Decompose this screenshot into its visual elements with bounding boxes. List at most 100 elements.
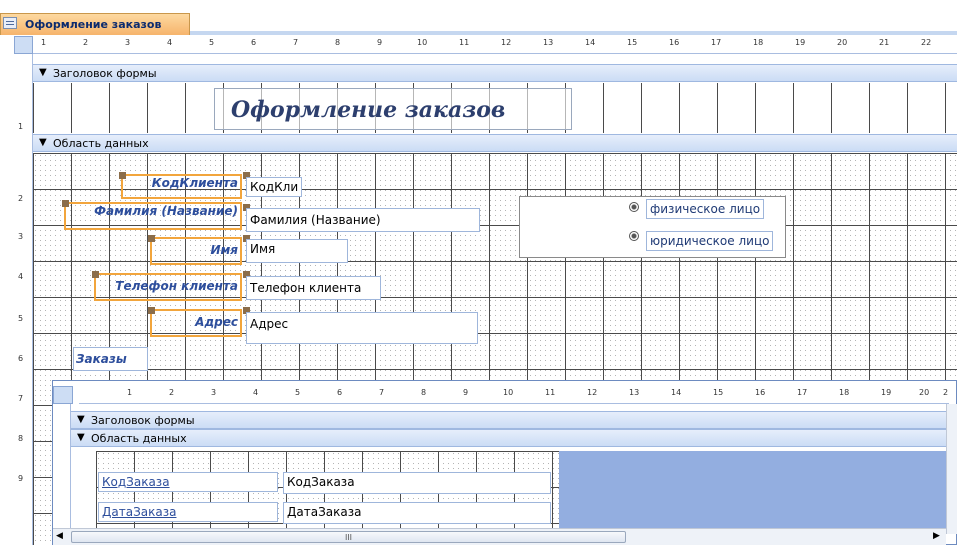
field-surname[interactable]: Фамилия (Название) [246, 208, 480, 232]
ruler-mark: 8 [335, 38, 341, 47]
option-individual[interactable]: физическое лицо [646, 199, 765, 219]
ruler-mark: 20 [837, 38, 848, 47]
ruler-mark: 7 [293, 38, 299, 47]
subform-vertical-scrollbar[interactable] [946, 404, 957, 534]
field-label-phone[interactable]: Телефон клиента [94, 273, 242, 301]
field-label-customer-id[interactable]: КодКлиента [121, 174, 242, 199]
resize-handle[interactable] [148, 235, 155, 242]
ruler-mark: 16 [755, 388, 766, 397]
ruler-mark: 21 [879, 38, 890, 47]
vertical-ruler[interactable]: 1 2 3 4 5 6 7 8 9 [14, 54, 33, 545]
tab-order-form[interactable]: Оформление заказов [0, 13, 190, 35]
subform-horizontal-scrollbar[interactable]: ◀ III ▶ [53, 528, 946, 545]
ruler-mark: 6 [337, 388, 343, 397]
subform-empty-area [559, 451, 946, 528]
resize-handle[interactable] [62, 200, 69, 207]
ruler-mark: 14 [671, 388, 682, 397]
section-label: Заголовок формы [91, 414, 195, 427]
tab-title: Оформление заказов [25, 18, 162, 31]
subform-label-orders[interactable]: Заказы [73, 347, 148, 371]
subform-field-order-id[interactable]: КодЗаказа [283, 472, 551, 494]
resize-handle[interactable] [119, 172, 126, 179]
ruler-mark: 20 [919, 388, 930, 397]
section-label: Область данных [53, 137, 149, 150]
orders-subform[interactable]: 1 2 3 4 5 6 7 8 9 10 11 12 13 14 15 16 1… [52, 380, 957, 545]
ruler-mark: 4 [18, 272, 24, 281]
subform-header-bar[interactable]: ▼ Заголовок формы [71, 411, 946, 429]
option-group[interactable]: физическое лицо юридическое лицо [519, 196, 786, 258]
ruler-mark: 11 [459, 38, 470, 47]
ruler-mark: 8 [18, 434, 24, 443]
subform-vertical-ruler[interactable] [53, 404, 71, 534]
section-label: Заголовок формы [53, 67, 157, 80]
field-first-name[interactable]: Имя [246, 239, 348, 263]
ruler-mark: 3 [18, 232, 24, 241]
field-customer-id[interactable]: КодКли [246, 177, 302, 197]
ruler-mark: 7 [379, 388, 385, 397]
section-arrow-icon: ▼ [39, 67, 47, 78]
ruler-mark: 9 [463, 388, 469, 397]
ruler-mark: 17 [711, 38, 722, 47]
subform-detail-bar[interactable]: ▼ Область данных [71, 429, 946, 447]
ruler-mark: 11 [545, 388, 556, 397]
ruler-mark: 19 [881, 388, 892, 397]
ruler-mark: 15 [627, 38, 638, 47]
radio-button-icon[interactable] [629, 231, 639, 241]
ruler-mark: 18 [753, 38, 764, 47]
ruler-mark: 5 [18, 314, 24, 323]
ruler-mark: 13 [543, 38, 554, 47]
section-arrow-icon: ▼ [39, 137, 47, 148]
scroll-left-icon[interactable]: ◀ [56, 531, 63, 541]
page-title: Оформление заказов [231, 97, 506, 123]
subform-label-order-date[interactable]: ДатаЗаказа [98, 502, 278, 522]
form-title-label[interactable]: Оформление заказов [214, 88, 572, 130]
ruler-mark: 2 [83, 38, 89, 47]
section-label: Область данных [91, 432, 187, 445]
radio-button-icon[interactable] [629, 202, 639, 212]
tab-strip-line [190, 31, 957, 35]
horizontal-ruler[interactable]: 1 2 3 4 5 6 7 8 9 10 11 12 13 14 15 16 1… [33, 36, 957, 54]
ruler-mark: 14 [585, 38, 596, 47]
ruler-mark: 13 [629, 388, 640, 397]
ruler-mark: 5 [295, 388, 301, 397]
field-address[interactable]: Адрес [246, 312, 478, 344]
subform-horizontal-ruler[interactable]: 1 2 3 4 5 6 7 8 9 10 11 12 13 14 15 16 1… [79, 386, 949, 404]
ruler-mark: 12 [587, 388, 598, 397]
section-arrow-icon: ▼ [77, 414, 85, 425]
ruler-mark: 3 [211, 388, 217, 397]
field-label-first-name[interactable]: Имя [150, 237, 242, 265]
ruler-mark: 9 [377, 38, 383, 47]
field-label-address[interactable]: Адрес [150, 309, 242, 337]
ruler-mark: 10 [417, 38, 428, 47]
ruler-mark: 7 [18, 394, 24, 403]
ruler-mark: 4 [167, 38, 173, 47]
ruler-mark: 2 [18, 194, 24, 203]
ruler-mark: 22 [921, 38, 932, 47]
field-label-surname[interactable]: Фамилия (Название) [64, 202, 242, 230]
ruler-mark: 15 [713, 388, 724, 397]
ruler-mark: 10 [503, 388, 514, 397]
ruler-mark: 12 [501, 38, 512, 47]
resize-handle[interactable] [92, 271, 99, 278]
resize-handle[interactable] [148, 307, 155, 314]
ruler-mark: 6 [18, 354, 24, 363]
ruler-mark: 17 [797, 388, 808, 397]
ruler-mark: 1 [18, 122, 24, 131]
field-phone[interactable]: Телефон клиента [246, 276, 381, 300]
option-legal-entity[interactable]: юридическое лицо [646, 231, 774, 251]
ruler-mark: 18 [839, 388, 850, 397]
subform-label-order-id[interactable]: КодЗаказа [98, 472, 278, 492]
subform-field-order-date[interactable]: ДатаЗаказа [283, 502, 551, 524]
scroll-thumb[interactable]: III [71, 531, 626, 543]
ruler-mark: 4 [253, 388, 259, 397]
detail-section-bar[interactable]: ▼ Область данных [33, 134, 957, 152]
form-selector[interactable] [14, 36, 33, 54]
scroll-right-icon[interactable]: ▶ [933, 531, 940, 541]
ruler-mark: 6 [251, 38, 257, 47]
ruler-mark: 1 [127, 388, 133, 397]
subform-selector[interactable] [53, 386, 73, 404]
form-header-bar[interactable]: ▼ Заголовок формы [33, 64, 957, 82]
ruler-mark: 3 [125, 38, 131, 47]
section-arrow-icon: ▼ [77, 432, 85, 443]
ruler-mark: 1 [41, 38, 47, 47]
